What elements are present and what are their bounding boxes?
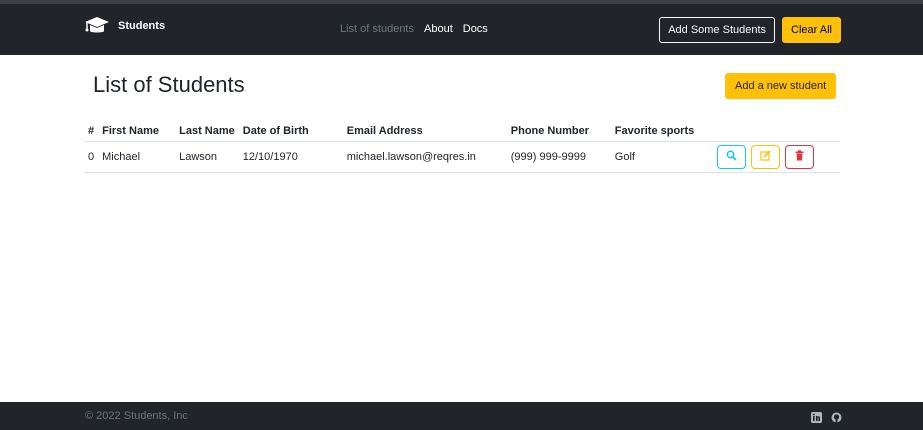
column-header-last-name: Last Name bbox=[175, 121, 239, 142]
github-icon[interactable] bbox=[831, 410, 842, 423]
edit-student-button[interactable] bbox=[750, 144, 780, 169]
cell-date-of-birth: 12/10/1970 bbox=[238, 141, 343, 173]
add-some-students-button[interactable]: Add Some Students bbox=[659, 17, 776, 43]
footer-social-links bbox=[811, 410, 842, 423]
trash-icon bbox=[794, 149, 805, 164]
cell-phone: (999) 999-9999 bbox=[506, 141, 611, 173]
column-header-favorite-sports: Favorite sports bbox=[610, 121, 713, 142]
table-header-row: # First Name Last Name Date of Birth Ema… bbox=[84, 121, 840, 142]
brand-name: Students bbox=[118, 20, 166, 32]
column-header-phone: Phone Number bbox=[506, 121, 611, 142]
column-header-actions bbox=[712, 121, 840, 142]
footer: © 2022 Students, Inc bbox=[0, 402, 923, 430]
column-header-date-of-birth: Date of Birth bbox=[238, 121, 343, 142]
nav-link-list-of-students[interactable]: List of students bbox=[340, 23, 414, 35]
view-student-button[interactable] bbox=[716, 144, 746, 169]
edit-icon bbox=[760, 149, 771, 164]
nav-link-docs[interactable]: Docs bbox=[463, 23, 488, 35]
navbar: Students List of students About Docs Add… bbox=[0, 4, 923, 55]
search-icon bbox=[726, 150, 737, 164]
cell-first-name: Michael bbox=[98, 141, 176, 173]
nav-links: List of students About Docs bbox=[340, 23, 488, 35]
row-actions bbox=[716, 144, 836, 169]
column-header-email: Email Address bbox=[342, 121, 507, 142]
table-row: 0 Michael Lawson 12/10/1970 michael.laws… bbox=[84, 141, 840, 173]
cell-email: michael.lawson@reqres.in bbox=[342, 141, 507, 173]
cell-index: 0 bbox=[84, 141, 99, 173]
clear-all-button[interactable]: Clear All bbox=[782, 17, 841, 43]
delete-student-button[interactable] bbox=[784, 144, 814, 169]
graduation-cap-icon bbox=[84, 16, 110, 36]
nav-link-about[interactable]: About bbox=[424, 23, 453, 35]
students-table: # First Name Last Name Date of Birth Ema… bbox=[84, 121, 840, 173]
linkedin-icon[interactable] bbox=[811, 410, 822, 423]
cell-favorite-sport: Golf bbox=[610, 141, 713, 173]
footer-copyright: © 2022 Students, Inc bbox=[85, 410, 188, 422]
cell-actions bbox=[712, 141, 840, 173]
column-header-index: # bbox=[84, 121, 99, 142]
page-title: List of Students bbox=[93, 72, 245, 97]
add-new-student-button[interactable]: Add a new student bbox=[725, 73, 837, 99]
brand-link[interactable]: Students bbox=[84, 16, 165, 36]
column-header-first-name: First Name bbox=[98, 121, 176, 142]
nav-actions: Add Some Students Clear All bbox=[659, 17, 841, 43]
cell-last-name: Lawson bbox=[175, 141, 239, 173]
